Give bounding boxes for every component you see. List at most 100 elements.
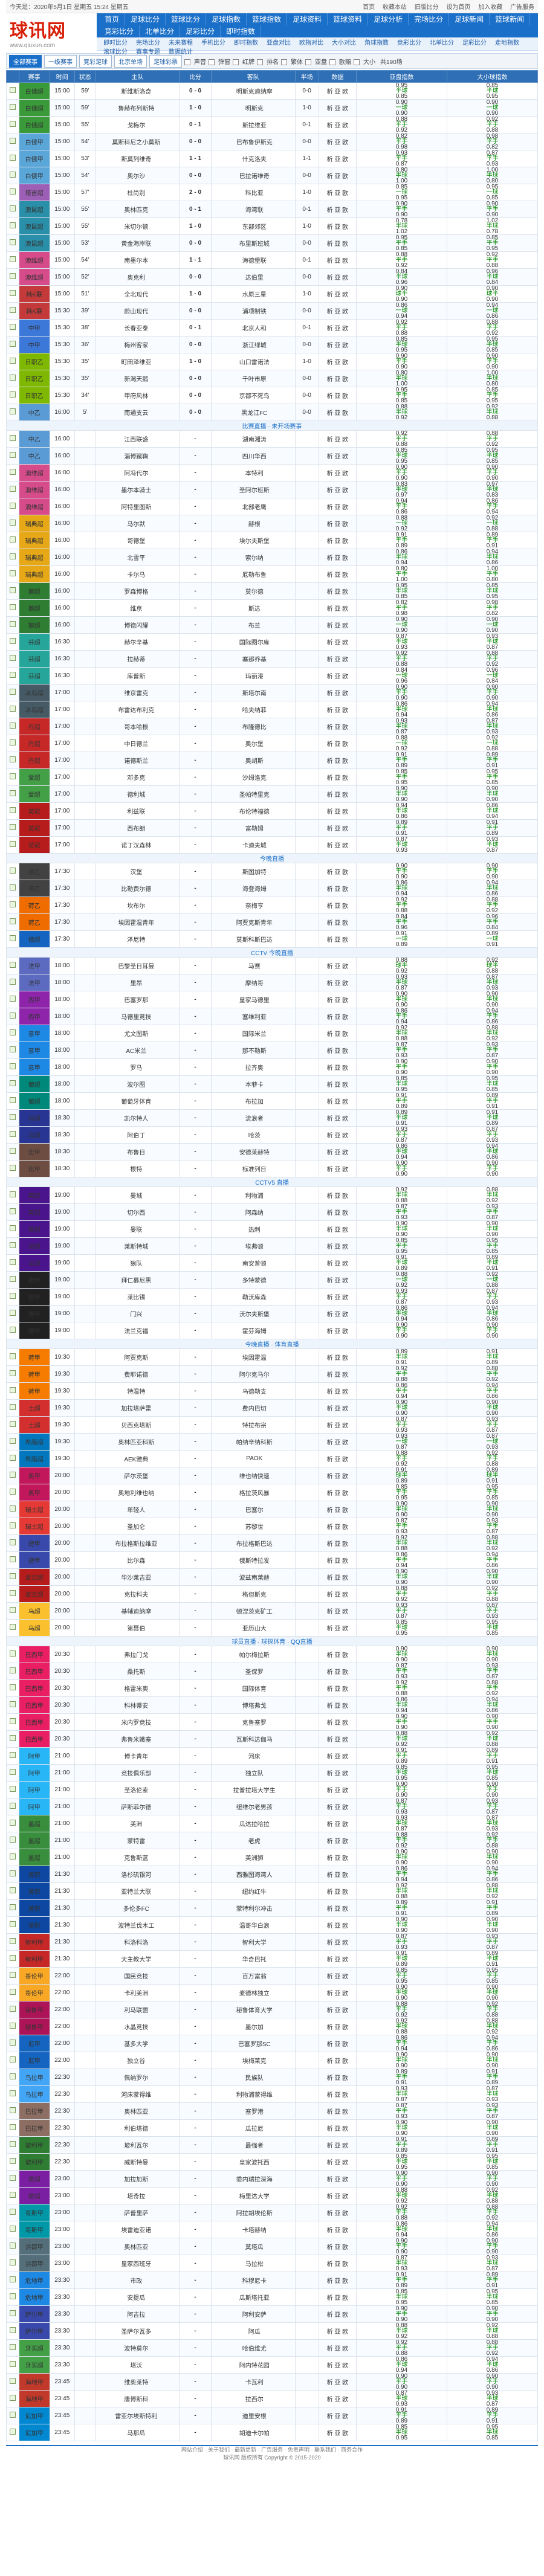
away-team[interactable]: 温哥华白浪: [211, 1916, 296, 1934]
league-badge[interactable]: 秘鲁甲: [18, 2001, 50, 2018]
favorite-checkbox[interactable]: [9, 138, 16, 144]
data-links[interactable]: 析 亚 欧: [318, 2035, 357, 2052]
favorite-checkbox[interactable]: [9, 790, 16, 796]
favorite-cell[interactable]: [6, 1585, 19, 1603]
match-score[interactable]: -: [179, 1348, 212, 1366]
asian-odds[interactable]: 0.92 半球 0.88: [356, 1187, 447, 1204]
table-row[interactable]: 日职乙 15:30 35' 新潟天鹅 0 - 0 千叶市原 0-0 析 亚 欧 0.80 半球 1.…: [6, 370, 539, 387]
favorite-checkbox[interactable]: [9, 1225, 16, 1231]
league-badge[interactable]: 塔吉超: [18, 184, 50, 201]
home-team[interactable]: 唐博斯科: [95, 2390, 180, 2407]
over-under-odds[interactable]: 0.89 平手 0.91: [446, 2407, 539, 2424]
home-team[interactable]: 竞技俱乐部: [95, 1764, 180, 1782]
away-team[interactable]: 北京人和: [211, 319, 296, 336]
asian-odds[interactable]: 0.89 平手 0.91: [356, 1899, 447, 1917]
over-under-odds[interactable]: 0.93 平手 0.87: [446, 1933, 539, 1951]
away-team[interactable]: 特拉布宗: [211, 1416, 296, 1434]
data-links[interactable]: 析 亚 欧: [318, 2407, 357, 2424]
away-team[interactable]: 斯达: [211, 599, 296, 617]
over-under-odds[interactable]: 0.95 半球 0.85: [446, 1764, 539, 1782]
favorite-cell[interactable]: [6, 2288, 19, 2306]
favorite-cell[interactable]: [6, 319, 19, 336]
league-badge[interactable]: 西甲: [18, 1008, 50, 1025]
league-badge[interactable]: 牙买超: [18, 2339, 50, 2357]
table-row[interactable]: 乌拉甲 22:30 河床蒙得维 - 利物浦蒙得维析 亚 欧 0.93 半球 0.87 0.87 半…: [6, 2085, 539, 2103]
favorite-checkbox[interactable]: [9, 155, 16, 161]
data-links[interactable]: 析 亚 欧: [318, 1849, 357, 1866]
table-row[interactable]: 乌拉甲 22:30 佩纳罗尔 - 民族队析 亚 欧 0.89 平手 0.91 0.91 平手 0.8…: [6, 2069, 539, 2086]
match-score[interactable]: -: [179, 1950, 212, 1968]
favorite-checkbox[interactable]: [9, 205, 16, 211]
match-score[interactable]: -: [179, 2356, 212, 2374]
away-team[interactable]: 独立队: [211, 1764, 296, 1782]
over-under-odds[interactable]: 0.90 平手 0.90: [446, 201, 539, 218]
asian-odds[interactable]: 0.82 平手 0.98: [356, 133, 447, 150]
favorite-cell[interactable]: [6, 2069, 19, 2086]
match-score[interactable]: -: [179, 957, 212, 974]
favorite-checkbox[interactable]: [9, 1972, 16, 1978]
favorite-cell[interactable]: [6, 2322, 19, 2340]
asian-odds[interactable]: 0.90 球半 0.90: [356, 285, 447, 303]
away-team[interactable]: 格但斯克: [211, 1585, 296, 1603]
asian-odds[interactable]: 0.86 平手 0.94: [356, 1008, 447, 1025]
table-row[interactable]: 日职乙 15:30 34' 甲府风林 0 - 0 京都不死鸟 0-0 析 亚 欧 0.95 平手 0…: [6, 387, 539, 404]
data-links[interactable]: 析 亚 欧: [318, 2187, 357, 2204]
data-links[interactable]: 析 亚 欧: [318, 2288, 357, 2306]
favorite-checkbox[interactable]: [9, 723, 16, 729]
asian-odds[interactable]: 0.91 半球 0.89: [356, 1950, 447, 1968]
league-badge[interactable]: 芬超: [18, 650, 50, 668]
match-score[interactable]: 1 - 1: [179, 150, 212, 167]
over-under-odds[interactable]: 0.90 半球 0.90: [446, 1849, 539, 1866]
favorite-cell[interactable]: [6, 1092, 19, 1110]
data-links[interactable]: 析 亚 欧: [318, 1518, 357, 1535]
league-badge[interactable]: 牙买超: [18, 2356, 50, 2374]
over-under-odds[interactable]: 0.91 平手 0.89: [446, 2069, 539, 2086]
data-links[interactable]: 析 亚 欧: [318, 1042, 357, 1059]
table-row[interactable]: 智利甲 21:30 天主教大学 - 华奇巴托析 亚 欧 0.91 半球 0.89 0.89 半球 0…: [6, 1950, 539, 1968]
favorite-cell[interactable]: [6, 1271, 19, 1289]
asian-odds[interactable]: 0.92 半球 0.88: [356, 1534, 447, 1552]
match-score[interactable]: -: [179, 701, 212, 718]
table-row[interactable]: 巴西甲 20:30 弗鲁米嫩塞 - 瓦斯科达伽马析 亚 欧 0.88 半球 0.92 0.92 半…: [6, 1730, 539, 1748]
data-links[interactable]: 析 亚 欧: [318, 880, 357, 897]
away-team[interactable]: 华奇巴托: [211, 1950, 296, 1968]
over-under-odds[interactable]: 0.92 球半 0.88: [446, 957, 539, 974]
away-team[interactable]: 博塔弗戈: [211, 1696, 296, 1714]
table-row[interactable]: 爱超 17:00 邓多克 - 沙姆洛克析 亚 欧 0.85 平手 0.95 0.95 平手 0.85: [6, 768, 539, 786]
favorite-checkbox[interactable]: [9, 2361, 16, 2367]
favorite-checkbox[interactable]: [9, 1489, 16, 1495]
table-row[interactable]: 苏超 18:30 阿伯丁 - 哈茨析 亚 欧 0.93 平手 0.87 0.87 平手 0.93: [6, 1126, 539, 1144]
nav-sub-item[interactable]: 竞彩比分: [393, 37, 426, 47]
data-links[interactable]: 析 亚 欧: [318, 1365, 357, 1383]
away-team[interactable]: 流浪者: [211, 1109, 296, 1127]
favorite-checkbox[interactable]: [9, 553, 16, 559]
data-links[interactable]: 析 亚 欧: [318, 1025, 357, 1042]
favorite-checkbox[interactable]: [9, 469, 16, 475]
match-score[interactable]: -: [179, 1109, 212, 1127]
favorite-cell[interactable]: [6, 251, 19, 269]
table-row[interactable]: 土超 19:30 加拉塔萨雷 - 费内巴切析 亚 欧 0.90 半球 0.90 0.90 半球 0.…: [6, 1399, 539, 1417]
over-under-odds[interactable]: 0.96 平手 0.84: [446, 913, 539, 931]
favorite-checkbox[interactable]: [9, 1786, 16, 1792]
data-links[interactable]: 析 亚 欧: [318, 735, 357, 752]
favorite-checkbox[interactable]: [9, 1353, 16, 1359]
away-team[interactable]: 阿瓜: [211, 2322, 296, 2340]
league-badge[interactable]: 中甲: [18, 319, 50, 336]
favorite-cell[interactable]: [6, 1619, 19, 1637]
favorite-checkbox[interactable]: [9, 1820, 16, 1826]
favorite-cell[interactable]: [6, 99, 19, 117]
favorite-checkbox[interactable]: [9, 1607, 16, 1613]
favorite-checkbox[interactable]: [9, 638, 16, 644]
home-team[interactable]: 西布朗: [95, 819, 180, 837]
away-team[interactable]: 麦德林独立: [211, 1984, 296, 2001]
over-under-odds[interactable]: 0.94 一球 0.86: [446, 302, 539, 320]
top-link-favorite[interactable]: 加入收藏: [478, 4, 502, 11]
favorite-checkbox[interactable]: [9, 1590, 16, 1596]
data-links[interactable]: 析 亚 欧: [318, 1467, 357, 1484]
asian-odds[interactable]: 0.90 半球 0.90: [356, 2119, 447, 2137]
favorite-checkbox[interactable]: [9, 1556, 16, 1562]
favorite-checkbox[interactable]: [9, 689, 16, 695]
home-team[interactable]: 门兴: [95, 1305, 180, 1322]
league-badge[interactable]: 葡超: [18, 1075, 50, 1093]
over-under-odds[interactable]: 0.90 平手 0.90: [446, 863, 539, 880]
